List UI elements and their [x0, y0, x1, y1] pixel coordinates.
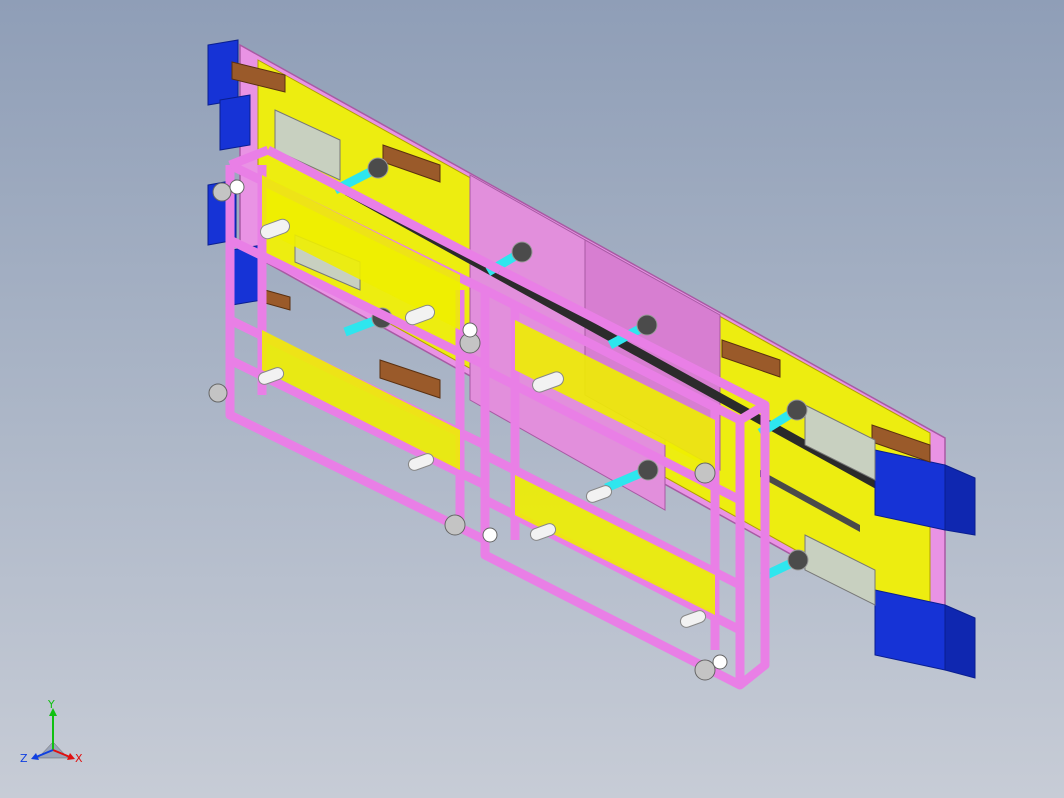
cad-viewport[interactable]: Y X Z — [0, 0, 1064, 798]
y-axis-label: Y — [47, 700, 55, 711]
x-axis-label: X — [75, 752, 83, 765]
machine-assembly-model[interactable] — [0, 0, 1064, 798]
z-axis-label: Z — [20, 752, 28, 765]
axis-triad[interactable]: Y X Z — [18, 700, 88, 780]
